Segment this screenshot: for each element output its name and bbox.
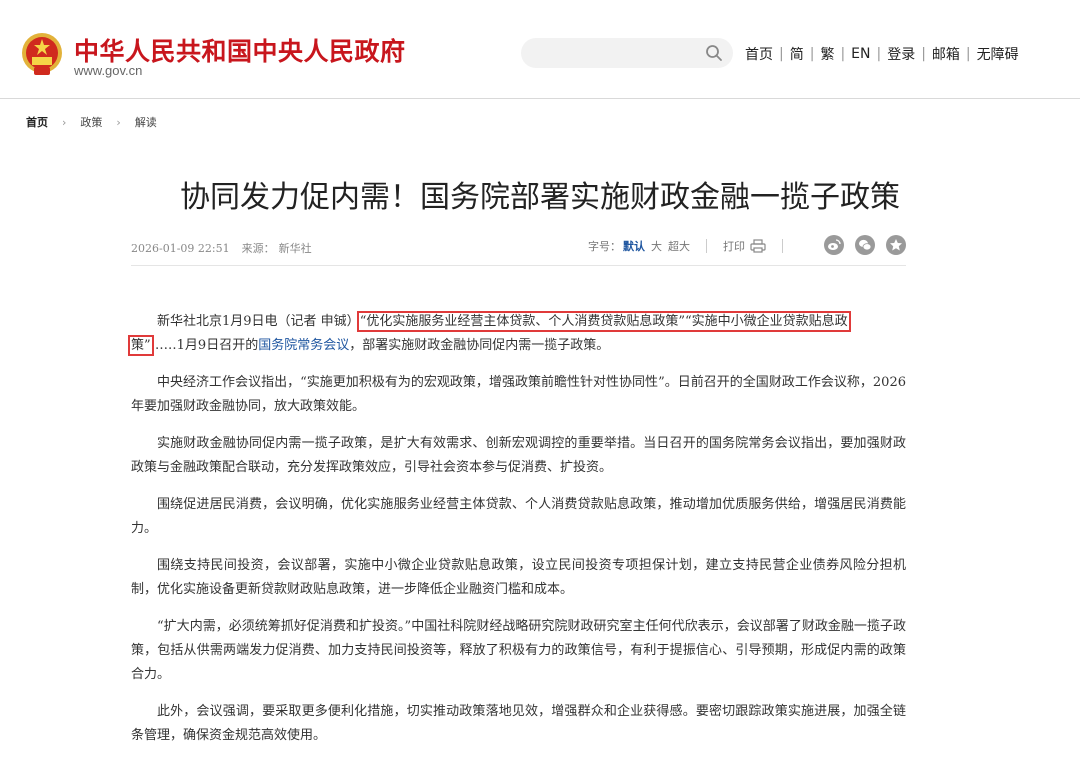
breadcrumb: 首页 › 政策 › 解读 [26,114,157,130]
breadcrumb-interpretation[interactable]: 解读 [135,114,157,130]
nav-traditional-link[interactable]: 繁 [820,44,834,64]
search-box[interactable] [521,38,733,68]
wechat-icon [859,239,872,251]
nav-separator: | [840,46,846,62]
paragraph-lead: 新华社北京1月9日电（记者 申铖） [157,314,360,329]
article-paragraph: “扩大内需，必须统筹抓好促消费和扩投资。”中国社科院财经战略研究院财政研究室主任… [131,619,906,682]
weibo-icon [828,239,841,250]
nav-accessibility-link[interactable]: 无障碍 [977,44,1019,64]
nav-separator: | [921,46,926,62]
nav-mail-link[interactable]: 邮箱 [932,44,960,64]
font-size-label: 字号： [588,240,621,253]
tools-divider [706,239,707,253]
paragraph-text: ，部署实施财政金融协同促内需一揽子政策。 [349,338,610,353]
nav-home-link[interactable]: 首页 [745,44,773,64]
article-paragraph: 围绕支持民间投资，会议部署，实施中小微企业贷款贴息政策，设立民间投资专项担保计划… [131,558,906,597]
breadcrumb-home[interactable]: 首页 [26,114,48,130]
highlighted-policy-quote-end: 策” [128,335,154,356]
site-header: 中华人民共和国中央人民政府 www.gov.cn 首页 | 简 | 繁 | EN… [0,0,1080,98]
nav-separator: | [809,46,815,62]
top-nav: 首页 | 简 | 繁 | EN | 登录 | 邮箱 | 无障碍 [745,44,1019,64]
article-meta: 2026-01-09 22:51 来源： 新华社 [131,240,324,256]
article-body: 新华社北京1月9日电（记者 申铖）“优化实施服务业经营主体贷款、个人消费贷款贴息… [128,310,906,761]
article-source: 新华社 [278,242,312,255]
nav-login-link[interactable]: 登录 [887,44,915,64]
breadcrumb-policy[interactable]: 政策 [80,114,102,130]
article-paragraph: 实施财政金融协同促内需一揽子政策，是扩大有效需求、创新宏观调控的重要举措。当日召… [131,436,906,475]
article-tools: 字号： 默认 大 超大 打印 [588,238,799,254]
paragraph-text: ……1月9日召开的 [150,338,259,353]
state-council-meeting-link[interactable]: 国务院常务会议 [258,338,349,353]
print-icon[interactable] [750,239,766,253]
favorite-icon [890,239,902,251]
breadcrumb-chevron-icon: › [116,115,121,129]
breadcrumb-chevron-icon: › [62,115,67,129]
nav-separator: | [876,46,882,62]
article-paragraph: 新华社北京1月9日电（记者 申铖）“优化实施服务业经营主体贷款、个人消费贷款贴息… [128,310,906,358]
font-size-large[interactable]: 大 [651,238,662,254]
national-emblem-icon[interactable] [20,31,64,79]
font-size-default[interactable]: 默认 [623,238,645,254]
share-favorite[interactable] [886,235,906,255]
font-size-xlarge[interactable]: 超大 [668,238,690,254]
header-divider [0,98,1080,99]
search-icon[interactable] [705,44,723,62]
source-label: 来源： [241,242,275,255]
share-weibo[interactable] [824,235,844,255]
meta-divider [131,265,906,266]
site-domain: www.gov.cn [74,63,143,78]
article-paragraph: 中央经济工作会议指出，“实施更加积极有为的宏观政策，增强政策前瞻性针对性协同性”… [131,375,906,414]
article-paragraph: 此外，会议强调，要采取更多便利化措施，切实推动政策落地见效，增强群众和企业获得感… [131,704,906,743]
tools-divider [782,239,783,253]
nav-separator: | [779,46,784,62]
print-label[interactable]: 打印 [723,238,745,254]
article-title: 协同发力促内需！国务院部署实施财政金融一揽子政策 [180,180,900,215]
highlighted-policy-quote: “优化实施服务业经营主体贷款、个人消费贷款贴息政策”“实施中小微企业贷款贴息政 [356,311,851,332]
nav-simplified-link[interactable]: 简 [790,44,804,64]
nav-english-link[interactable]: EN [851,46,870,62]
article-paragraph: 围绕促进居民消费，会议明确，优化实施服务业经营主体贷款、个人消费贷款贴息政策，推… [131,497,906,536]
article-date: 2026-01-09 22:51 [131,242,230,255]
share-wechat[interactable] [855,235,875,255]
nav-separator: | [965,46,971,62]
